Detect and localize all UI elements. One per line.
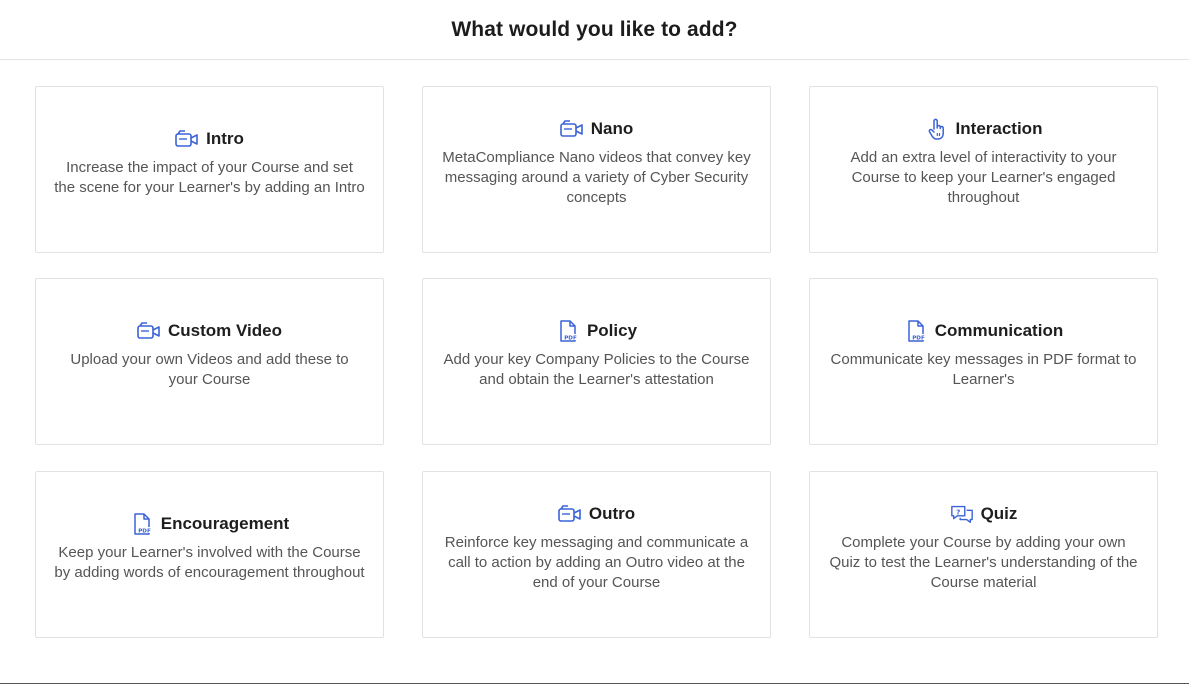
pdf-file-icon: PDF [556,319,580,342]
add-content-dialog: What would you like to add? Intro Increa… [0,0,1189,684]
card-description: Add an extra level of interactivity to y… [850,148,1117,206]
video-camera-icon [558,503,582,525]
card-description: Reinforce key messaging and communicate … [444,533,749,591]
card-description: Keep your Learner's involved with the Co… [54,543,365,581]
card-outro[interactable]: Outro Reinforce key messaging and commun… [422,471,771,638]
card-title: Intro [206,128,244,148]
video-camera-icon [137,320,161,342]
page-title: What would you like to add? [451,17,738,41]
quiz-chat-icon: ? [950,503,974,525]
svg-text:PDF: PDF [564,335,577,341]
card-title: Interaction [955,118,1043,138]
video-camera-icon [175,128,199,150]
card-title: Outro [588,503,636,523]
card-encouragement[interactable]: PDF Encouragement Keep your Learner's in… [35,471,384,638]
card-title: Nano [590,118,634,138]
pdf-file-icon: PDF [904,319,928,342]
card-description: MetaCompliance Nano videos that convey k… [442,148,751,206]
hand-pointer-icon [925,118,949,140]
card-title: Quiz [980,503,1018,523]
pdf-file-icon: PDF [130,512,154,535]
svg-text:PDF: PDF [912,335,925,341]
card-quiz[interactable]: ? Quiz Complete your Course by adding yo… [809,471,1158,638]
card-description: Increase the impact of your Course and s… [54,158,365,196]
card-nano[interactable]: Nano MetaCompliance Nano videos that con… [422,86,771,253]
card-intro[interactable]: Intro Increase the impact of your Course… [35,86,384,253]
card-custom-video[interactable]: Custom Video Upload your own Videos and … [35,278,384,445]
video-camera-icon [559,118,584,140]
dialog-header: What would you like to add? [0,0,1189,60]
card-title: Custom Video [168,320,282,340]
svg-text:PDF: PDF [138,528,151,534]
card-description: Communicate key messages in PDF format t… [830,350,1137,388]
card-communication[interactable]: PDF Communication Communicate key messag… [809,278,1158,445]
card-title: Encouragement [160,513,290,533]
card-title: Policy [586,320,638,340]
card-interaction[interactable]: Interaction Add an extra level of intera… [809,86,1158,253]
card-description: Complete your Course by adding your own … [829,533,1138,591]
card-description: Add your key Company Policies to the Cou… [443,350,750,388]
card-title: Communication [934,320,1064,340]
card-description: Upload your own Videos and add these to … [70,350,349,388]
svg-text:?: ? [956,507,960,516]
card-policy[interactable]: PDF Policy Add your key Company Policies… [422,278,771,445]
